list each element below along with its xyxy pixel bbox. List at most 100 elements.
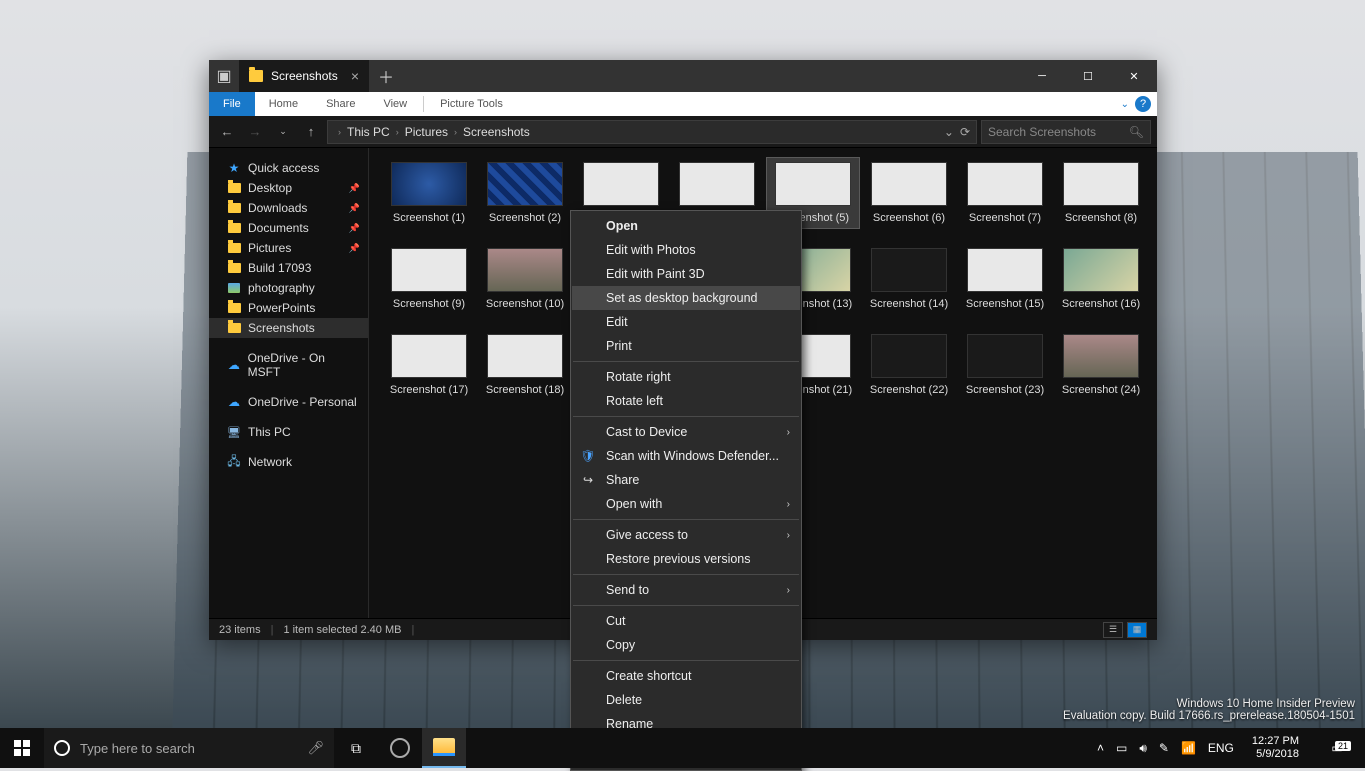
- forward-button[interactable]: →: [243, 124, 267, 139]
- file-thumbnail[interactable]: Screenshot (9): [387, 248, 471, 310]
- refresh-icon[interactable]: ⟳: [960, 125, 970, 139]
- close-tab-icon[interactable]: ×: [351, 68, 359, 84]
- volume-icon[interactable]: 🔊︎: [1139, 741, 1147, 756]
- menu-create-shortcut[interactable]: Create shortcut: [572, 664, 800, 688]
- menu-cut[interactable]: Cut: [572, 609, 800, 633]
- ribbon-file[interactable]: File: [209, 92, 255, 116]
- titlebar[interactable]: ▣ Screenshots × ＋ ─ ☐ ✕: [209, 60, 1157, 92]
- app-obs[interactable]: [378, 728, 422, 768]
- menu-rotate-right[interactable]: Rotate right: [572, 365, 800, 389]
- file-thumbnail[interactable]: Screenshot (18): [483, 334, 567, 396]
- task-view-button[interactable]: ⧉: [334, 728, 378, 768]
- sidebar-network[interactable]: 🖧Network: [209, 452, 368, 472]
- file-thumbnail[interactable]: Screenshot (1): [387, 162, 471, 224]
- chevron-right-icon[interactable]: ›: [338, 127, 341, 137]
- details-view-button[interactable]: ☰: [1103, 622, 1123, 638]
- ribbon-view[interactable]: View: [369, 92, 421, 116]
- address-dropdown-icon[interactable]: ⌄: [944, 125, 954, 139]
- breadcrumb-screenshots[interactable]: Screenshots: [461, 125, 532, 139]
- pen-icon[interactable]: ✎: [1159, 741, 1169, 755]
- minimize-button[interactable]: ─: [1019, 60, 1065, 92]
- sidebar-onedrive-personal[interactable]: ☁OneDrive - Personal: [209, 392, 368, 412]
- file-thumbnail[interactable]: Screenshot (15): [963, 248, 1047, 310]
- menu-edit-photos[interactable]: Edit with Photos: [572, 238, 800, 262]
- sidebar-this-pc[interactable]: 🖥This PC: [209, 422, 368, 442]
- breadcrumb-root[interactable]: This PC: [345, 125, 392, 139]
- chevron-right-icon[interactable]: ›: [454, 127, 457, 137]
- chevron-right-icon[interactable]: ›: [396, 127, 399, 137]
- mic-icon[interactable]: 🎤︎: [307, 740, 324, 756]
- menu-copy[interactable]: Copy: [572, 633, 800, 657]
- file-label: Screenshot (1): [393, 212, 465, 224]
- file-thumbnail[interactable]: Screenshot (17): [387, 334, 471, 396]
- wifi-icon[interactable]: 📶: [1181, 741, 1196, 755]
- menu-edit[interactable]: Edit: [572, 310, 800, 334]
- navigation-pane[interactable]: ★Quick access Desktop📌 Downloads📌 Docume…: [209, 148, 369, 618]
- ribbon-collapse-icon[interactable]: ⌄: [1121, 99, 1129, 110]
- file-thumbnail[interactable]: Screenshot (14): [867, 248, 951, 310]
- breadcrumb-pictures[interactable]: Pictures: [403, 125, 450, 139]
- tray-overflow-icon[interactable]: ˄: [1097, 741, 1104, 755]
- sidebar-pictures[interactable]: Pictures📌: [209, 238, 368, 258]
- menu-delete[interactable]: Delete: [572, 688, 800, 712]
- file-thumbnail[interactable]: Screenshot (2): [483, 162, 567, 224]
- thumbnails-view-button[interactable]: ▦: [1127, 622, 1147, 638]
- app-file-explorer[interactable]: [422, 728, 466, 768]
- file-thumbnail[interactable]: Screenshot (8): [1059, 162, 1143, 224]
- sets-icon[interactable]: ▣: [209, 60, 239, 92]
- sidebar-desktop[interactable]: Desktop📌: [209, 178, 368, 198]
- thumbnail-image: [1063, 334, 1139, 378]
- up-button[interactable]: ↑: [299, 124, 323, 139]
- menu-edit-paint3d[interactable]: Edit with Paint 3D: [572, 262, 800, 286]
- sidebar-photography[interactable]: photography: [209, 278, 368, 298]
- file-thumbnail[interactable]: Screenshot (16): [1059, 248, 1143, 310]
- file-thumbnail[interactable]: Screenshot (6): [867, 162, 951, 224]
- menu-rotate-left[interactable]: Rotate left: [572, 389, 800, 413]
- file-label: Screenshot (15): [966, 298, 1044, 310]
- new-tab-button[interactable]: ＋: [369, 60, 403, 92]
- menu-print[interactable]: Print: [572, 334, 800, 358]
- sidebar-documents[interactable]: Documents📌: [209, 218, 368, 238]
- menu-defender[interactable]: 🛡Scan with Windows Defender...: [572, 444, 800, 468]
- file-thumbnail[interactable]: Screenshot (7): [963, 162, 1047, 224]
- sidebar-downloads[interactable]: Downloads📌: [209, 198, 368, 218]
- menu-set-desktop-bg[interactable]: Set as desktop background: [572, 286, 800, 310]
- sidebar-build[interactable]: Build 17093: [209, 258, 368, 278]
- clock[interactable]: 12:27 PM 5/9/2018: [1246, 735, 1305, 761]
- menu-cast-to-device[interactable]: Cast to Device›: [572, 420, 800, 444]
- menu-open[interactable]: Open: [572, 214, 800, 238]
- menu-share[interactable]: ↪Share: [572, 468, 800, 492]
- menu-give-access[interactable]: Give access to›: [572, 523, 800, 547]
- file-label: Screenshot (17): [390, 384, 468, 396]
- sidebar-powerpoints[interactable]: PowerPoints: [209, 298, 368, 318]
- battery-icon[interactable]: ▭: [1116, 741, 1127, 755]
- context-menu: Open Edit with Photos Edit with Paint 3D…: [570, 210, 802, 771]
- menu-open-with[interactable]: Open with›: [572, 492, 800, 516]
- sidebar-onedrive-msft[interactable]: ☁OneDrive - On MSFT: [209, 348, 368, 382]
- help-icon[interactable]: ?: [1135, 96, 1151, 112]
- ribbon-picture-tools[interactable]: Picture Tools: [426, 92, 517, 116]
- file-thumbnail[interactable]: Screenshot (23): [963, 334, 1047, 396]
- recent-dropdown[interactable]: ⌄: [271, 126, 295, 137]
- language-indicator[interactable]: ENG: [1208, 741, 1234, 755]
- ribbon-share[interactable]: Share: [312, 92, 369, 116]
- chevron-right-icon: ›: [787, 427, 790, 438]
- close-button[interactable]: ✕: [1111, 60, 1157, 92]
- taskbar-search[interactable]: Type here to search 🎤︎: [44, 728, 334, 768]
- back-button[interactable]: ←: [215, 124, 239, 139]
- search-box[interactable]: Search Screenshots 🔍︎: [981, 120, 1151, 144]
- menu-send-to[interactable]: Send to›: [572, 578, 800, 602]
- menu-restore-versions[interactable]: Restore previous versions: [572, 547, 800, 571]
- sidebar-screenshots[interactable]: Screenshots: [209, 318, 368, 338]
- file-thumbnail[interactable]: Screenshot (10): [483, 248, 567, 310]
- window-tab[interactable]: Screenshots ×: [239, 60, 369, 92]
- notification-count: 21: [1335, 741, 1351, 751]
- action-center-button[interactable]: ▭ 21: [1317, 741, 1357, 755]
- sidebar-quick-access[interactable]: ★Quick access: [209, 158, 368, 178]
- ribbon-home[interactable]: Home: [255, 92, 312, 116]
- address-bar[interactable]: › This PC › Pictures › Screenshots ⌄ ⟳: [327, 120, 977, 144]
- file-thumbnail[interactable]: Screenshot (22): [867, 334, 951, 396]
- start-button[interactable]: [0, 728, 44, 768]
- file-thumbnail[interactable]: Screenshot (24): [1059, 334, 1143, 396]
- maximize-button[interactable]: ☐: [1065, 60, 1111, 92]
